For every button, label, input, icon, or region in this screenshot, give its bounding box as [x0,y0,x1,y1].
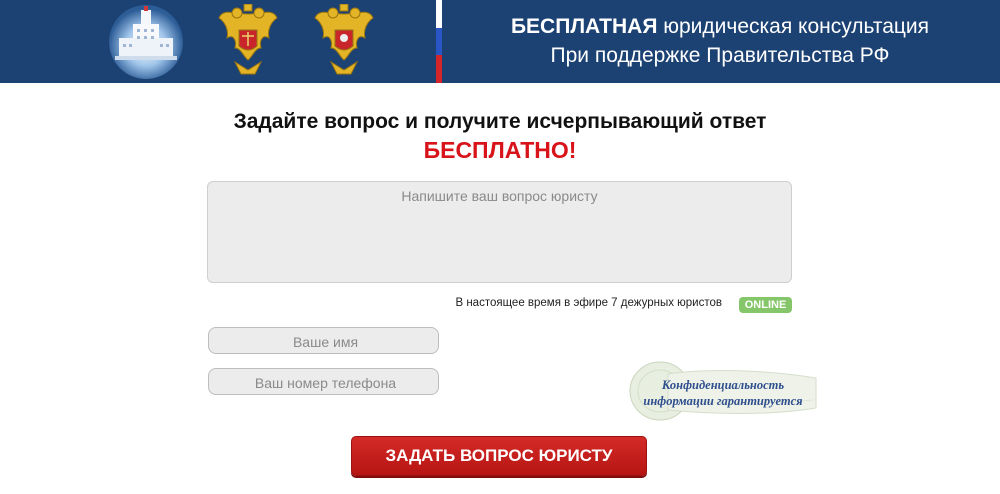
submit-question-button[interactable]: ЗАДАТЬ ВОПРОС ЮРИСТУ [351,436,647,476]
header-title: БЕСПЛАТНАЯ юридическая консультация При … [470,12,970,70]
phone-input[interactable] [209,369,442,396]
page-title-free: БЕСПЛАТНО! [423,137,577,163]
header-title-rest: юридическая консультация [657,15,930,38]
phone-field-wrapper [208,368,442,396]
government-building-icon [106,0,186,82]
confidentiality-line2: информации гарантируется [643,394,803,408]
question-textarea[interactable] [208,182,791,282]
online-status-text: В настоящее время в эфире 7 дежурных юри… [455,297,722,309]
header-title-bold: БЕСПЛАТНАЯ [510,15,658,38]
confidentiality-line1: Конфиденциальность [661,378,785,392]
confidentiality-stamp: Конфиденциальность информации гарантируе… [628,360,818,422]
header-banner: БЕСПЛАТНАЯ юридическая консультация При … [0,0,1000,83]
header-subtitle: При поддержке Правительства РФ [550,44,890,67]
coat-of-arms-russia-icon [304,0,384,82]
name-input[interactable] [209,328,442,355]
page-title: Задайте вопрос и получите исчерпывающий … [233,110,767,133]
online-badge: ONLINE [739,297,792,313]
name-field-wrapper [208,327,442,355]
coat-of-arms-justice-icon [208,0,288,82]
question-textarea-wrapper [207,181,792,283]
russian-flag-stripes [434,0,444,83]
